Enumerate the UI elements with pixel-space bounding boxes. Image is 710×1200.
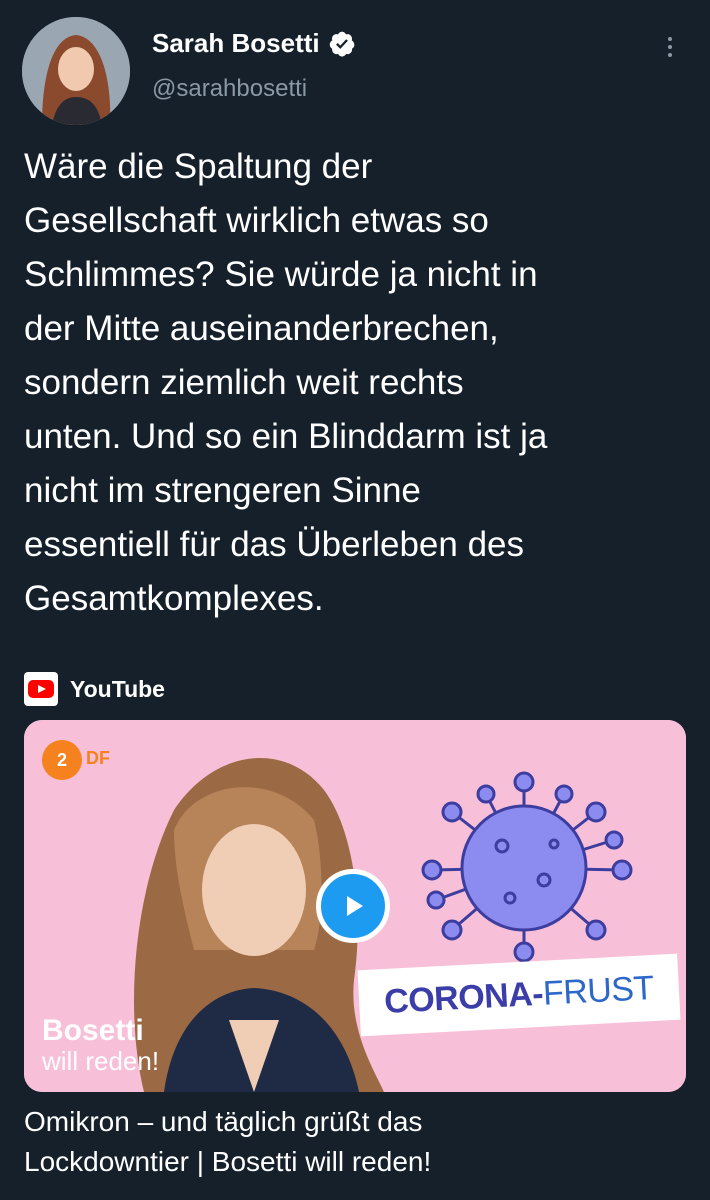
author-avatar[interactable]: [22, 17, 130, 125]
show-subtitle: will reden!: [42, 1046, 160, 1076]
zdf-logo-icon: 2: [42, 740, 82, 780]
tweet-text-line: Schlimmes? Sie würde ja nicht in: [24, 255, 538, 294]
zdf-logo-text: DF: [86, 748, 110, 768]
verified-badge-icon: [329, 31, 355, 56]
banner-text-part1: CORONA-: [383, 974, 544, 1021]
tweet-text-line: Wäre die Spaltung der: [24, 147, 373, 186]
tweet-text-line: Gesamtkomplexes.: [24, 579, 324, 618]
author-handle[interactable]: @sarahbosetti: [152, 75, 307, 103]
link-source-label: YouTube: [70, 675, 165, 702]
video-card-title[interactable]: Omikron – und täglich grüßt das Lockdown…: [24, 1102, 684, 1182]
show-title: Bosetti: [42, 1014, 144, 1047]
video-card-thumbnail[interactable]: 2 DF CORONA- FRUST Bosetti will reden!: [24, 720, 686, 1092]
more-options-icon[interactable]: [660, 33, 680, 65]
link-source[interactable]: YouTube: [24, 672, 165, 706]
author-name-row[interactable]: Sarah Bosetti: [152, 28, 356, 59]
tweet-text-line: unten. Und so ein Blinddarm ist ja: [24, 417, 548, 456]
youtube-logo-icon: [24, 672, 58, 706]
avatar-image: [22, 17, 130, 125]
play-button[interactable]: [316, 869, 390, 943]
banner-text-part2: FRUST: [541, 968, 655, 1013]
tweet-text: Wäre die Spaltung der Gesellschaft wirkl…: [24, 140, 694, 626]
play-icon: [347, 896, 363, 916]
tweet-text-line: essentiell für das Überleben des: [24, 525, 525, 564]
tweet-text-line: der Mitte auseinanderbrechen,: [24, 309, 499, 348]
tweet-text-line: Gesellschaft wirklich etwas so: [24, 201, 489, 240]
tweet-text-line: sondern ziemlich weit rechts: [24, 363, 464, 402]
video-title-line: Lockdowntier | Bosetti will reden!: [24, 1146, 432, 1177]
author-name[interactable]: Sarah Bosetti: [152, 28, 320, 59]
video-title-line: Omikron – und täglich grüßt das: [24, 1106, 423, 1137]
tweet-text-line: nicht im strengeren Sinne: [24, 471, 421, 510]
